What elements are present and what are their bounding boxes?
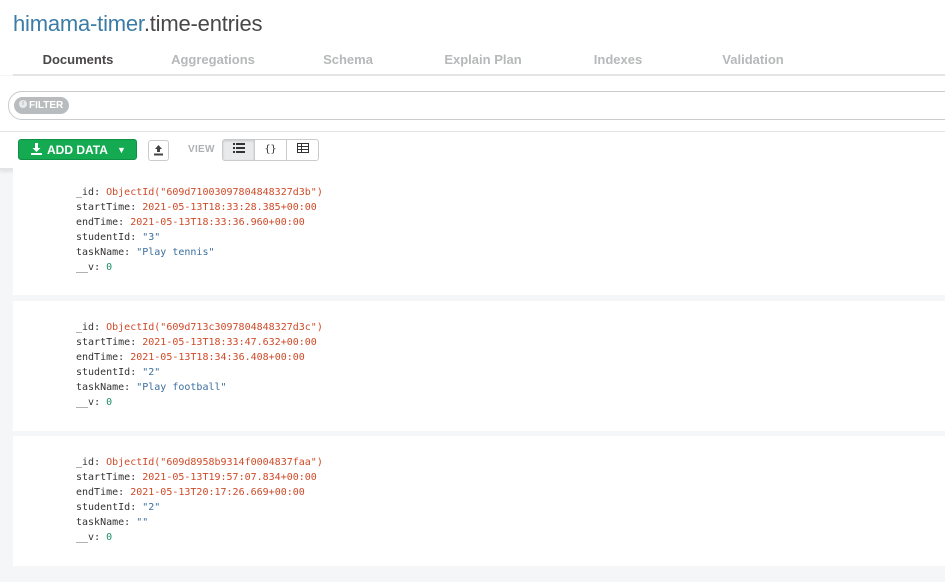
database-name[interactable]: himama-timer — [13, 11, 144, 36]
filter-pill: i FILTER — [14, 97, 70, 114]
document-card[interactable]: _id: ObjectId("609d8958b9314f0004837faa"… — [13, 436, 945, 566]
header: himama-timer.time-entries Documents Aggr… — [0, 0, 945, 77]
upload-icon — [154, 145, 163, 156]
field-row: endTime: 2021-05-13T18:34:36.408+00:00 — [76, 352, 305, 363]
view-label: VIEW — [188, 144, 215, 155]
caret-down-icon: ▼ — [117, 145, 126, 155]
collection-title: himama-timer.time-entries — [13, 10, 262, 38]
field-row: studentId: "2" — [76, 367, 161, 378]
document-card[interactable]: _id: ObjectId("609d713c3097804848327d3c"… — [13, 301, 945, 431]
field-row: startTime: 2021-05-13T18:33:28.385+00:00 — [76, 202, 317, 213]
field-row: studentId: "2" — [76, 502, 161, 513]
json-view-icon: {} — [264, 144, 277, 155]
filter-pill-label: FILTER — [29, 100, 64, 111]
field-row: studentId: "3" — [76, 232, 161, 243]
info-icon: i — [19, 100, 27, 109]
add-data-label: ADD DATA — [47, 143, 108, 157]
field-row: startTime: 2021-05-13T18:33:47.632+00:00 — [76, 337, 317, 348]
filter-input[interactable]: i FILTER — [8, 91, 945, 120]
field-row: _id: ObjectId("609d713c3097804848327d3c"… — [76, 322, 323, 333]
query-bar: i FILTER — [0, 76, 945, 131]
documents-toolbar: ADD DATA ▼ VIEW {} — [0, 131, 945, 170]
import-button[interactable] — [148, 140, 169, 161]
field-row: taskName: "Play tennis" — [76, 247, 215, 258]
field-row: _id: ObjectId("609d8958b9314f0004837faa"… — [76, 457, 323, 468]
field-row: __v: 0 — [76, 262, 113, 273]
field-row: __v: 0 — [76, 397, 113, 408]
table-view-button[interactable] — [286, 139, 319, 161]
field-row: _id: ObjectId("609d71003097804848327d3b"… — [76, 187, 323, 198]
field-row: taskName: "" — [76, 517, 149, 528]
table-view-icon — [296, 143, 309, 153]
collection-name: .time-entries — [143, 11, 263, 36]
add-data-button[interactable]: ADD DATA ▼ — [18, 139, 137, 160]
json-view-button[interactable]: {} — [254, 139, 287, 161]
field-row: taskName: "Play football" — [76, 382, 227, 393]
list-view-icon — [232, 143, 245, 153]
field-row: startTime: 2021-05-13T19:57:07.834+00:00 — [76, 472, 317, 483]
field-row: __v: 0 — [76, 532, 113, 543]
download-icon — [31, 140, 42, 161]
list-view-button[interactable] — [222, 139, 255, 161]
field-row: endTime: 2021-05-13T20:17:26.669+00:00 — [76, 487, 305, 498]
document-card[interactable]: _id: ObjectId("609d71003097804848327d3b"… — [13, 168, 945, 295]
field-row: endTime: 2021-05-13T18:33:36.960+00:00 — [76, 217, 305, 228]
